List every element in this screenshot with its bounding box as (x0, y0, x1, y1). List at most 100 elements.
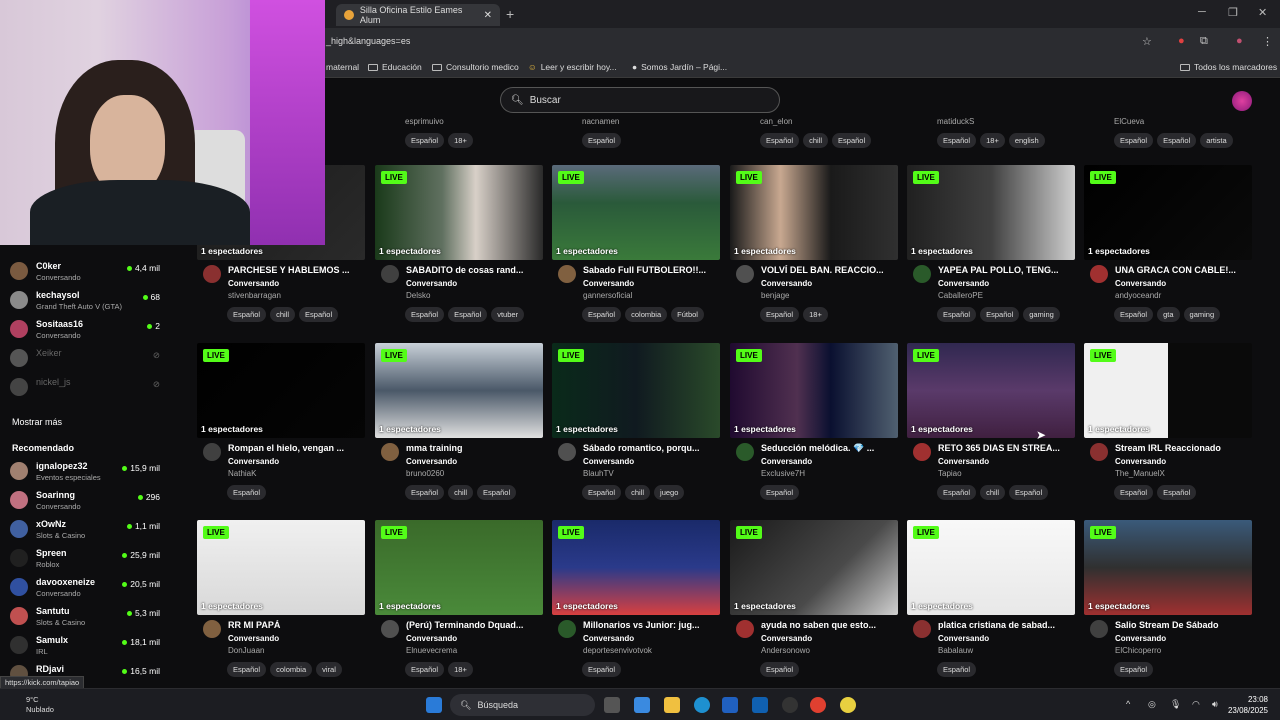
stream-thumbnail[interactable]: LIVE 1 espectadores (552, 165, 720, 260)
minimize-icon[interactable]: ─ (1198, 6, 1206, 18)
channel-username[interactable]: Delsko (406, 291, 430, 300)
stream-category[interactable]: Conversando (583, 634, 634, 643)
tag-chip[interactable]: vtuber (491, 307, 525, 322)
outlook-icon[interactable] (752, 697, 768, 713)
avatar[interactable] (203, 443, 221, 461)
tag-chip[interactable]: Español (477, 485, 517, 500)
stream-title[interactable]: YAPEA PAL POLLO, TENG... (938, 265, 1072, 275)
user-avatar[interactable] (1232, 91, 1252, 111)
stream-thumbnail[interactable]: LIVE 1 espectadores (375, 520, 543, 615)
tag-chip[interactable]: Español (937, 307, 977, 322)
tag-chip[interactable]: Español (227, 662, 267, 677)
channel-username[interactable]: Andersonowo (761, 646, 810, 655)
channel-username[interactable]: Tapiao (938, 469, 962, 478)
tag-chip[interactable]: 18+ (448, 662, 473, 677)
channel-username[interactable]: Elnuevecrema (406, 646, 457, 655)
avatar[interactable] (913, 620, 931, 638)
avatar[interactable] (736, 620, 754, 638)
sidebar-recommended-item[interactable]: xOwNz Slots & Casino 1,1 mil (10, 517, 160, 543)
bookmark-item[interactable]: Consultorio medico (432, 62, 519, 72)
stream-title[interactable]: RR MI PAPÁ (228, 620, 362, 630)
channel-username[interactable]: Exclusive7H (761, 469, 805, 478)
windows-start-icon[interactable] (426, 697, 442, 713)
bookmark-item[interactable]: ☺ Leer y escribir hoy... (528, 62, 617, 72)
stream-category[interactable]: Conversando (761, 457, 812, 466)
stream-title[interactable]: ayuda no saben que esto... (761, 620, 895, 630)
stream-card[interactable]: LIVE 1 espectadores RR MI PAPÁ Conversando D… (197, 520, 365, 700)
stream-title[interactable]: VOLVÍ DEL BAN. REACCIO... (761, 265, 895, 275)
tag-chip[interactable]: Español (582, 307, 622, 322)
stream-thumbnail[interactable]: LIVE 1 espectadores (1084, 520, 1252, 615)
tag-chip[interactable]: Español (832, 133, 872, 148)
stream-title[interactable]: SABADITO de cosas rand... (406, 265, 540, 275)
stream-card[interactable]: LIVE 1 espectadores Salio Stream De Sábado… (1084, 520, 1252, 700)
tag-chip[interactable]: juego (654, 485, 685, 500)
stream-title[interactable]: (Perú) Terminando Dquad... (406, 620, 540, 630)
channel-username[interactable]: gannersoficial (583, 291, 632, 300)
stream-category[interactable]: Conversando (583, 279, 634, 288)
stream-card[interactable]: LIVE 1 espectadores mma training Conversand… (375, 343, 543, 523)
stream-category[interactable]: Conversando (228, 457, 279, 466)
stream-category[interactable]: Conversando (406, 634, 457, 643)
sidebar-following-item[interactable]: nickel_js ⊘ (10, 375, 160, 401)
tag-chip[interactable]: Español (405, 307, 445, 322)
tag-chip[interactable]: Español (1114, 485, 1154, 500)
search-input[interactable]: 🔍︎ Buscar (500, 87, 780, 113)
tag-chip[interactable]: gaming (1183, 307, 1221, 322)
stream-card[interactable]: LIVE 1 espectadores YAPEA PAL POLLO, TENG.… (907, 165, 1075, 345)
stream-thumbnail[interactable]: LIVE 1 espectadores (375, 165, 543, 260)
stream-thumbnail[interactable]: LIVE 1 espectadores (907, 343, 1075, 438)
stream-category[interactable]: Conversando (583, 457, 634, 466)
channel-username[interactable]: nacnamen (582, 117, 619, 126)
stream-thumbnail[interactable]: LIVE 1 espectadores (907, 520, 1075, 615)
tag-chip[interactable]: Español (937, 133, 977, 148)
stream-card[interactable]: LIVE 1 espectadores Sabado Full FUTBOLERO!… (552, 165, 720, 345)
stream-category[interactable]: Conversando (1115, 634, 1166, 643)
avatar[interactable] (381, 620, 399, 638)
tag-chip[interactable]: 18+ (803, 307, 828, 322)
tag-chip[interactable]: Español (760, 307, 800, 322)
avatar[interactable] (1090, 443, 1108, 461)
sidebar-recommended-item[interactable]: davooxeneize Conversando 20,5 mil (10, 575, 160, 601)
stream-thumbnail[interactable]: LIVE 1 espectadores (197, 343, 365, 438)
tag-chip[interactable]: chill (270, 307, 296, 322)
channel-username[interactable]: ElChicoperro (1115, 646, 1161, 655)
avatar[interactable] (203, 620, 221, 638)
stream-card[interactable]: LIVE 1 espectadores platica cristiana de s… (907, 520, 1075, 700)
stream-category[interactable]: Conversando (406, 457, 457, 466)
avatar[interactable] (1090, 265, 1108, 283)
stream-card[interactable]: LIVE 1 espectadores Stream IRL Reaccionado… (1084, 343, 1252, 523)
tag-chip[interactable]: 18+ (448, 133, 473, 148)
stream-title[interactable]: Stream IRL Reaccionado (1115, 443, 1249, 453)
stream-title[interactable]: platica cristiana de sabad... (938, 620, 1072, 630)
tag-chip[interactable]: Español (937, 662, 977, 677)
stream-thumbnail[interactable]: LIVE 1 espectadores (907, 165, 1075, 260)
taskbar-search[interactable]: 🔍︎ Búsqueda (450, 694, 595, 716)
stream-thumbnail[interactable]: LIVE 1 espectadores (730, 520, 898, 615)
sidebar-recommended-item[interactable]: Santutu Slots & Casino 5,3 mil (10, 604, 160, 630)
avatar[interactable] (558, 443, 576, 461)
stream-thumbnail[interactable]: LIVE 1 espectadores (552, 343, 720, 438)
stream-category[interactable]: Conversando (938, 457, 989, 466)
show-more-link[interactable]: Mostrar más (12, 417, 62, 427)
tray-chevron-icon[interactable]: ^ (1126, 699, 1130, 709)
tag-chip[interactable]: chill (980, 485, 1006, 500)
tag-chip[interactable]: Español (227, 307, 267, 322)
stream-thumbnail[interactable]: LIVE 1 espectadores (1084, 343, 1252, 438)
browser-tab[interactable]: Silla Oficina Estilo Eames Alum ✕ (336, 4, 500, 26)
sidebar-following-item[interactable]: Xeiker ⊘ (10, 346, 160, 372)
bookmark-item[interactable]: maternal (326, 62, 359, 72)
stream-category[interactable]: Conversando (228, 634, 279, 643)
sidebar-recommended-item[interactable]: Spreen Roblox 25,9 mil (10, 546, 160, 572)
sidebar-recommended-item[interactable]: Soarinng Conversando 296 (10, 488, 160, 514)
tag-chip[interactable]: Español (448, 307, 488, 322)
profile-icon[interactable]: ● (1236, 35, 1243, 47)
url-field[interactable]: _high&languages=es (326, 36, 410, 46)
tag-chip[interactable]: chill (803, 133, 829, 148)
weather-widget[interactable]: 9°C Nublado (8, 695, 54, 715)
tag-chip[interactable]: Español (582, 485, 622, 500)
channel-username[interactable]: esprimuivo (405, 117, 444, 126)
channel-username[interactable]: Babalauw (938, 646, 973, 655)
stream-category[interactable]: Conversando (228, 279, 279, 288)
tray-app-icon[interactable]: ◎ (1148, 699, 1156, 710)
